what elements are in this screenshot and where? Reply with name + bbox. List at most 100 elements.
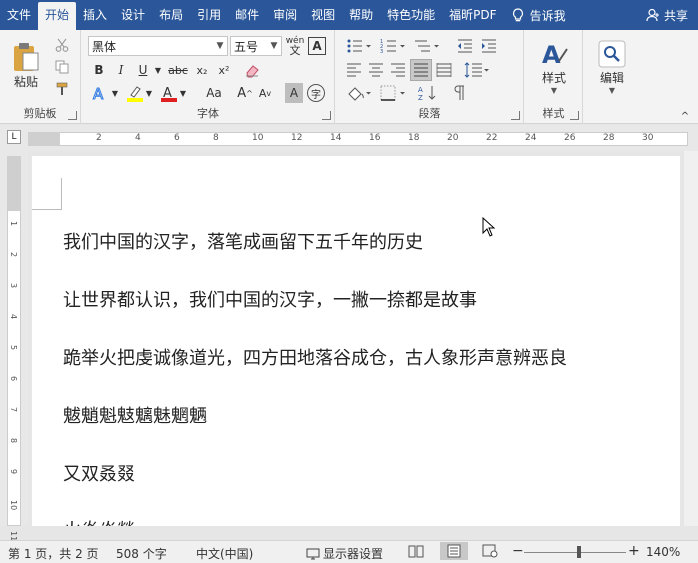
zoom-out-button[interactable]: −: [512, 543, 524, 559]
superscript-button[interactable]: x²: [214, 60, 234, 80]
align-left-button[interactable]: [344, 60, 364, 80]
tab-review[interactable]: 审阅: [266, 0, 304, 30]
bold-button[interactable]: B: [90, 60, 108, 80]
ruler-strip[interactable]: [28, 132, 688, 146]
bullets-button[interactable]: [344, 36, 374, 56]
decrease-indent-button[interactable]: [454, 36, 476, 56]
chevron-down-icon: ▼: [608, 86, 616, 95]
text-effects-button[interactable]: A: [90, 83, 110, 103]
character-shading-button[interactable]: A: [285, 83, 303, 103]
align-center-icon: [369, 63, 383, 77]
tab-view[interactable]: 视图: [304, 0, 342, 30]
tab-home[interactable]: 开始: [38, 2, 77, 30]
paragraph-group-label: 段落: [418, 107, 441, 120]
italic-button[interactable]: I: [112, 60, 130, 80]
web-layout-button[interactable]: [482, 544, 498, 561]
paste-button[interactable]: 粘贴: [6, 36, 46, 94]
editing-button[interactable]: 编辑 ▼: [590, 36, 634, 98]
justify-button[interactable]: [410, 59, 432, 81]
multilevel-list-button[interactable]: [412, 36, 442, 56]
ruler-tick-label: 24: [525, 133, 537, 143]
document-line[interactable]: 魃魈魁鬾魑魅魍魉: [63, 402, 207, 428]
share-button[interactable]: 共享: [636, 7, 698, 24]
collapse-ribbon-button[interactable]: ^: [678, 110, 692, 122]
change-case-button[interactable]: Aa: [202, 83, 226, 103]
tab-file[interactable]: 文件: [0, 0, 38, 30]
document-line[interactable]: 跪举火把虔诚像道光，四方田地落谷成仓，古人象形声意辨恶良: [63, 344, 567, 370]
tell-me-box[interactable]: 告诉我: [504, 7, 574, 24]
tab-foxit-pdf[interactable]: 福昕PDF: [442, 0, 503, 30]
document-line[interactable]: 又双叒叕: [63, 460, 135, 486]
copy-button[interactable]: [52, 58, 72, 76]
highlight-button[interactable]: [124, 83, 146, 103]
font-launcher[interactable]: [322, 111, 331, 120]
align-center-button[interactable]: [366, 60, 386, 80]
zoom-slider-thumb[interactable]: [577, 546, 581, 558]
word-count[interactable]: 508 个字: [116, 545, 167, 562]
ribbon-tab-bar: 文件 开始 插入 设计 布局 引用 邮件 审阅 视图 帮助 特色功能 福昕PDF…: [0, 0, 698, 30]
vertical-ruler-top-margin: [7, 156, 21, 211]
vertical-ruler-tick-label: 2: [9, 252, 18, 258]
show-marks-button[interactable]: [448, 83, 470, 103]
underline-button[interactable]: U: [134, 60, 152, 80]
align-right-button[interactable]: [388, 60, 408, 80]
shading-button[interactable]: [344, 83, 374, 103]
clipboard-launcher[interactable]: [68, 111, 77, 120]
document-line[interactable]: 火炎焱燚: [63, 516, 135, 526]
ruler-tick-label: 8: [213, 133, 219, 143]
document-page[interactable]: 我们中国的汉字，落笔成画留下五千年的历史 让世界都认识，我们中国的汉字，一撇一捺…: [32, 156, 680, 526]
enclose-characters-button[interactable]: 字: [307, 84, 325, 102]
zoom-in-button[interactable]: +: [628, 543, 640, 559]
format-painter-button[interactable]: [52, 80, 72, 98]
font-size-combo[interactable]: 五号 ▼: [230, 36, 282, 56]
document-line[interactable]: 我们中国的汉字，落笔成画留下五千年的历史: [63, 228, 423, 254]
enclose-border-button[interactable]: A: [308, 37, 326, 55]
tab-references[interactable]: 引用: [190, 0, 228, 30]
distributed-button[interactable]: [434, 60, 454, 80]
zoom-slider-track[interactable]: [524, 552, 626, 553]
tab-mailings[interactable]: 邮件: [228, 0, 266, 30]
document-line[interactable]: 让世界都认识，我们中国的汉字，一撇一捺都是故事: [63, 286, 477, 312]
font-name-combo[interactable]: 黑体 ▼: [88, 36, 228, 56]
tab-stop-selector[interactable]: L: [7, 130, 21, 144]
cut-button[interactable]: [52, 36, 72, 54]
page-count[interactable]: 第 1 页，共 2 页: [8, 545, 99, 562]
subscript-button[interactable]: x₂: [192, 60, 212, 80]
tab-layout[interactable]: 布局: [152, 0, 190, 30]
line-spacing-button[interactable]: [462, 60, 492, 80]
borders-button[interactable]: [378, 83, 408, 103]
ruler-tick-label: 2: [96, 133, 102, 143]
numbering-button[interactable]: 123: [378, 36, 408, 56]
paragraph-launcher[interactable]: [511, 111, 520, 120]
phonetic-guide-button[interactable]: wén 文: [285, 36, 305, 57]
font-color-button[interactable]: A: [158, 83, 180, 103]
svg-text:A: A: [93, 85, 104, 102]
increase-indent-button[interactable]: [478, 36, 500, 56]
tab-special[interactable]: 特色功能: [380, 0, 442, 30]
shrink-font-button[interactable]: Av: [256, 83, 274, 103]
strikethrough-button[interactable]: abc: [166, 60, 190, 80]
language-indicator[interactable]: 中文(中国): [196, 545, 253, 562]
tab-design[interactable]: 设计: [114, 0, 152, 30]
styles-launcher[interactable]: [570, 111, 579, 120]
highlight-dropdown[interactable]: ▼: [144, 83, 154, 103]
vertical-ruler-tick-label: 8: [9, 438, 18, 444]
zoom-level[interactable]: 140%: [646, 545, 680, 559]
display-settings-button[interactable]: 显示器设置: [306, 545, 383, 562]
multilevel-list-icon: [415, 40, 439, 52]
text-effects-dropdown[interactable]: ▼: [110, 83, 120, 103]
styles-button[interactable]: A 样式 ▼: [531, 36, 577, 98]
sort-button[interactable]: AZ: [416, 83, 444, 103]
read-mode-button[interactable]: [408, 544, 424, 561]
chevron-down-icon: ▼: [216, 41, 224, 51]
underline-dropdown[interactable]: ▼: [152, 60, 164, 80]
clear-formatting-button[interactable]: [242, 60, 262, 80]
vertical-scrollbar[interactable]: [684, 151, 698, 526]
font-color-dropdown[interactable]: ▼: [178, 83, 188, 103]
tab-help[interactable]: 帮助: [342, 0, 380, 30]
grow-font-button[interactable]: A ^: [236, 83, 254, 103]
document-area[interactable]: 我们中国的汉字，落笔成画留下五千年的历史 让世界都认识，我们中国的汉字，一撇一捺…: [28, 151, 698, 526]
tab-insert[interactable]: 插入: [76, 0, 114, 30]
scissors-icon: [55, 38, 69, 52]
print-layout-button[interactable]: [440, 542, 468, 560]
